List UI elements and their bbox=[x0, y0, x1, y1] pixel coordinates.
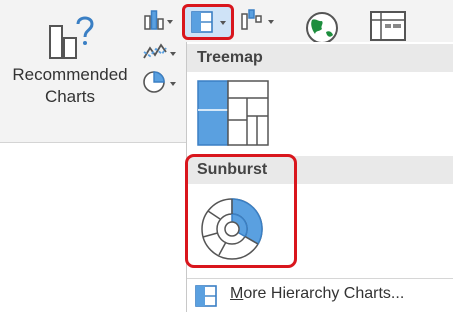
chevron-down-icon bbox=[220, 21, 226, 25]
chevron-down-icon bbox=[170, 52, 176, 56]
globe-map-icon[interactable] bbox=[304, 10, 340, 46]
more-hierarchy-charts-text: ore Hierarchy Charts... bbox=[243, 285, 405, 302]
hierarchy-chart-dropdown: Treemap Sunburst More Hierarchy Charts..… bbox=[185, 42, 453, 312]
hierarchy-chart-icon bbox=[195, 285, 217, 307]
sunburst-header-fill bbox=[295, 156, 453, 184]
waterfall-chart-icon bbox=[241, 9, 262, 30]
recommended-charts-label: Recommended Charts bbox=[4, 64, 136, 108]
pie-chart-icon bbox=[143, 71, 165, 93]
chevron-down-icon bbox=[268, 20, 274, 24]
chevron-down-icon bbox=[167, 20, 173, 24]
hierarchy-chart-icon bbox=[191, 11, 213, 33]
chevron-down-icon bbox=[170, 82, 176, 86]
insert-waterfall-chart-button[interactable] bbox=[240, 8, 276, 34]
sunburst-chart-option[interactable] bbox=[200, 197, 264, 261]
pivot-chart-icon[interactable] bbox=[369, 10, 409, 42]
line-chart-icon bbox=[143, 43, 167, 59]
recommended-charts-icon bbox=[49, 16, 94, 59]
more-hierarchy-charts-accelerator: M bbox=[230, 285, 244, 302]
insert-column-chart-button[interactable] bbox=[142, 8, 174, 34]
sunburst-highlight-box bbox=[185, 154, 297, 268]
more-hierarchy-charts-label: More Hierarchy Charts... bbox=[230, 285, 404, 303]
treemap-chart-option[interactable] bbox=[197, 80, 269, 146]
insert-pie-chart-button[interactable] bbox=[142, 70, 178, 96]
column-chart-icon bbox=[144, 10, 164, 30]
insert-line-chart-button[interactable] bbox=[142, 40, 178, 66]
recommended-charts-button[interactable]: Recommended Charts bbox=[4, 4, 136, 116]
insert-hierarchy-chart-button[interactable] bbox=[182, 4, 234, 40]
recommended-charts-line2: Charts bbox=[44, 87, 96, 106]
recommended-charts-line1: Recommended bbox=[12, 65, 128, 84]
more-hierarchy-charts-item[interactable]: More Hierarchy Charts... bbox=[187, 278, 453, 312]
treemap-section-header: Treemap bbox=[187, 44, 453, 72]
